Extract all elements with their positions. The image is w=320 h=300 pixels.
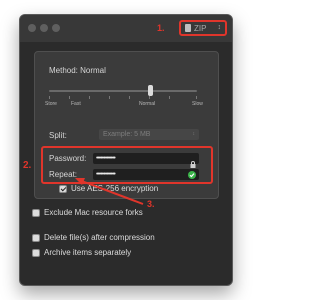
method-label: Method: Normal <box>49 66 106 75</box>
password-dots: ••••••••••••• <box>96 155 116 162</box>
minimize-button[interactable] <box>40 24 48 32</box>
checkmark-icon <box>188 170 196 179</box>
slider-tick <box>89 96 90 99</box>
tick-store: Store <box>45 101 57 107</box>
repeat-label: Repeat: <box>49 170 78 179</box>
exclude-resource-forks-label: Exclude Mac resource forks <box>44 208 143 217</box>
slider-tick <box>129 96 130 99</box>
up-down-chevron-icon: ↕ <box>192 131 196 137</box>
delete-after-compression-label: Delete file(s) after compression <box>44 233 155 242</box>
step-3-label: 3. <box>147 199 155 209</box>
method-slider-track[interactable] <box>49 90 197 92</box>
archive-separately-checkbox[interactable] <box>32 249 40 257</box>
method-slider-knob[interactable] <box>148 85 153 96</box>
document-icon <box>185 24 191 32</box>
title-bar: 1. ZIP ↕ <box>20 15 232 42</box>
split-select[interactable]: Example: 5 MB ↕ <box>99 129 199 140</box>
close-button[interactable] <box>28 24 36 32</box>
up-down-chevron-icon: ↕ <box>217 24 222 31</box>
slider-tick <box>169 96 170 99</box>
step-2-label: 2. <box>23 160 32 171</box>
format-value: ZIP <box>194 23 207 33</box>
slider-tick <box>109 96 110 99</box>
step-1-label: 1. <box>157 23 165 33</box>
aes-encryption-label: Use AES-256 encryption <box>71 184 159 193</box>
lock-icon <box>190 155 196 168</box>
archive-separately-label: Archive items separately <box>44 248 132 257</box>
repeat-password-field[interactable]: ••••••••••••• <box>93 169 199 180</box>
tick-normal: Normal <box>139 101 156 107</box>
slider-tick <box>149 96 150 99</box>
archive-options-window: 1. ZIP ↕ Method: Normal Store Fast Norma… <box>19 14 233 286</box>
slider-tick <box>49 96 50 99</box>
repeat-dots: ••••••••••••• <box>96 171 116 178</box>
delete-after-compression-checkbox[interactable] <box>32 234 40 242</box>
password-field[interactable]: ••••••••••••• <box>93 153 199 168</box>
slider-tick <box>196 96 197 99</box>
split-value: Example: 5 MB <box>103 131 151 138</box>
tick-fast: Fast <box>71 101 81 107</box>
aes-encryption-checkbox[interactable] <box>59 185 67 193</box>
tick-slow: Slow <box>192 101 203 107</box>
split-label: Split: <box>49 131 67 140</box>
exclude-resource-forks-checkbox[interactable] <box>32 209 40 217</box>
compression-panel: Method: Normal Store Fast Normal Slow Sp… <box>23 51 219 199</box>
password-label: Password: <box>49 154 87 163</box>
slider-tick <box>69 96 70 99</box>
format-select[interactable]: ZIP ↕ <box>179 20 227 36</box>
zoom-button[interactable] <box>52 24 60 32</box>
